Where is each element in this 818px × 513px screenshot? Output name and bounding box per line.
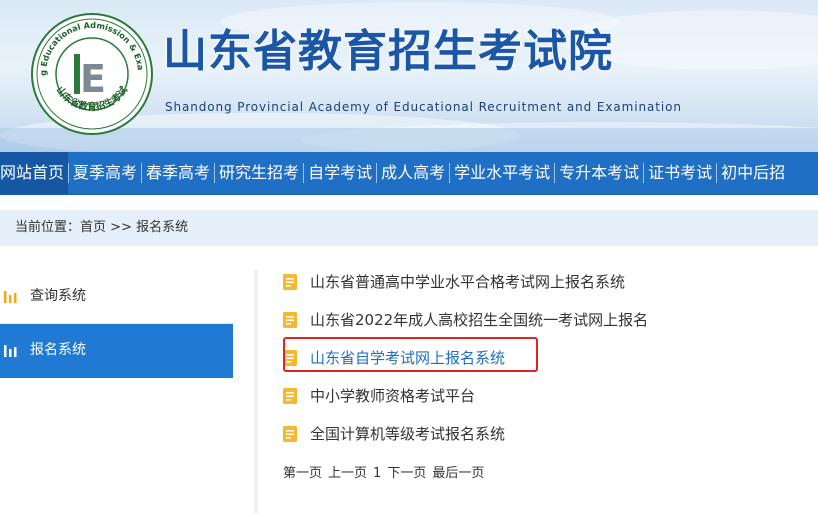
- document-icon: [283, 274, 297, 290]
- nav-item-certificate-exam[interactable]: 证书考试: [644, 152, 716, 194]
- bar-chart-icon: [4, 291, 17, 303]
- list-item[interactable]: 中小学教师资格考试平台: [283, 382, 803, 420]
- nav-item-self-study-exam[interactable]: 自学考试: [304, 152, 376, 194]
- sidebar-item-label: 查询系统: [30, 288, 86, 304]
- list-item-self-study-registration[interactable]: 山东省自学考试网上报名系统: [283, 344, 803, 382]
- list-item-label: 中小学教师资格考试平台: [310, 387, 476, 405]
- bar-chart-icon: [4, 345, 17, 357]
- pagination: 第一页 上一页 1 下一页 最后一页: [283, 462, 490, 481]
- pager-last[interactable]: 最后一页: [432, 466, 484, 481]
- list-item[interactable]: 全国计算机等级考试报名系统: [283, 420, 803, 458]
- list-item-label: 山东省2022年成人高校招生全国统一考试网上报名: [310, 311, 649, 329]
- breadcrumb-home-link[interactable]: 首页: [80, 220, 106, 235]
- sidebar-item-query-system[interactable]: 查询系统: [0, 270, 233, 324]
- nav-item-academic-level-exam[interactable]: 学业水平考试: [450, 152, 554, 194]
- document-icon: [283, 312, 297, 328]
- pager-prev[interactable]: 上一页: [328, 466, 367, 481]
- site-title: 山东省教育招生考试院: [163, 26, 613, 77]
- list-item-label: 全国计算机等级考试报名系统: [310, 425, 506, 443]
- list-item[interactable]: 山东省2022年成人高校招生全国统一考试网上报名: [283, 306, 803, 344]
- header-banner: Shandong Educational Admission & Examina…: [0, 0, 818, 152]
- pager-current: 1: [373, 466, 382, 481]
- academy-logo: Shandong Educational Admission & Examina…: [30, 12, 153, 135]
- content-divider: [254, 270, 258, 513]
- registration-system-list: 山东省普通高中学业水平合格考试网上报名系统 山东省2022年成人高校招生全国统一…: [283, 268, 803, 458]
- document-icon: [283, 350, 297, 366]
- logo-letter: E: [80, 57, 106, 101]
- sidebar: 查询系统 报名系统: [0, 270, 233, 378]
- nav-item-graduate-exam[interactable]: 研究生招考: [215, 152, 303, 194]
- list-item-label: 山东省普通高中学业水平合格考试网上报名系统: [310, 273, 626, 291]
- sidebar-item-label: 报名系统: [30, 342, 86, 358]
- pager-first[interactable]: 第一页: [283, 466, 322, 481]
- sidebar-item-registration-system[interactable]: 报名系统: [0, 324, 233, 378]
- document-icon: [283, 388, 297, 404]
- document-icon: [283, 426, 297, 442]
- breadcrumb-current: 报名系统: [136, 220, 189, 235]
- breadcrumb: 当前位置：首页 >> 报名系统: [0, 210, 818, 246]
- nav-item-post-junior-admission[interactable]: 初中后招: [717, 152, 789, 194]
- nav-item-home[interactable]: 网站首页: [0, 152, 69, 194]
- nav-item-adult-exam[interactable]: 成人高考: [377, 152, 449, 194]
- breadcrumb-prefix: 当前位置：: [15, 220, 81, 235]
- main-nav: 网站首页 夏季高考 春季高考 研究生招考 自学考试 成人高考 学业水平考试 专升本考试 证书考试…: [0, 152, 818, 195]
- breadcrumb-separator: >>: [106, 220, 137, 235]
- list-item[interactable]: 山东省普通高中学业水平合格考试网上报名系统: [283, 268, 803, 306]
- pager-next[interactable]: 下一页: [387, 466, 426, 481]
- site-subtitle: Shandong Provincial Academy of Education…: [165, 100, 682, 114]
- nav-item-summer-gaokao[interactable]: 夏季高考: [69, 152, 141, 194]
- list-item-label: 山东省自学考试网上报名系统: [310, 349, 506, 367]
- nav-item-upgrade-exam[interactable]: 专升本考试: [555, 152, 643, 194]
- nav-item-spring-gaokao[interactable]: 春季高考: [142, 152, 214, 194]
